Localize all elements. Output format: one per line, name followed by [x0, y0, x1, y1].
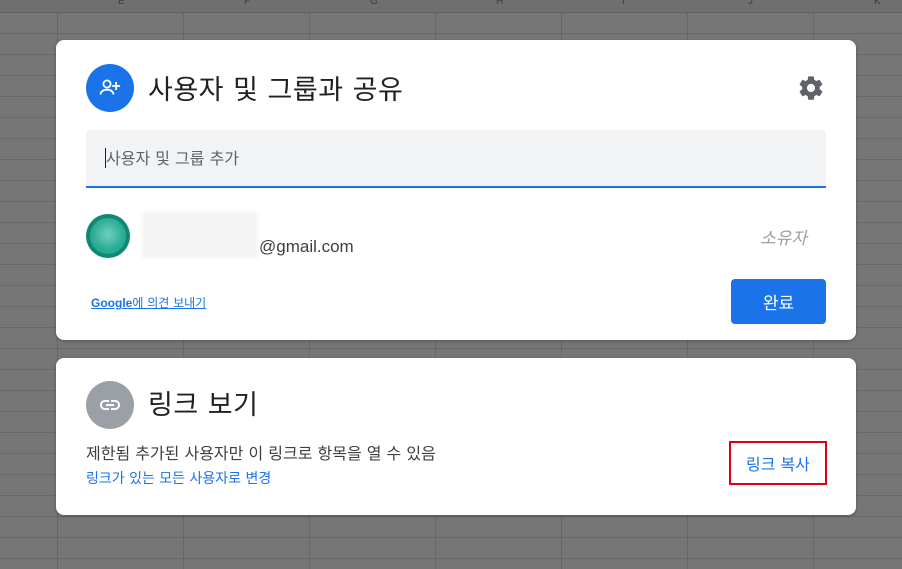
- user-role: 소유자: [760, 229, 807, 249]
- gear-icon[interactable]: [796, 73, 826, 103]
- user-email: @gmail.com: [259, 237, 354, 256]
- feedback-text: 에 의견 보내기: [132, 296, 207, 310]
- avatar: [86, 214, 130, 258]
- redacted-email-name: [142, 212, 258, 258]
- column-letter: G: [370, 0, 378, 7]
- column-letter: E: [118, 0, 125, 7]
- done-button[interactable]: 완료: [731, 279, 826, 324]
- link-access-description: 제한됨 추가된 사용자만 이 링크로 항목을 열 수 있음: [86, 444, 436, 463]
- send-feedback-link[interactable]: Google에 의견 보내기: [91, 294, 206, 311]
- column-header-row: E F G H I J K: [0, 0, 902, 13]
- column-letter: F: [244, 0, 251, 7]
- column-letter: I: [622, 0, 625, 7]
- person-add-icon: [86, 64, 134, 112]
- share-dialog: 사용자 및 그룹과 공유 @gmail.com 소유자 Google에 의견 보…: [56, 40, 856, 340]
- link-dialog: 링크 보기 제한됨 추가된 사용자만 이 링크로 항목을 열 수 있음 링크가 …: [56, 358, 856, 515]
- share-dialog-title: 사용자 및 그룹과 공유: [148, 75, 404, 106]
- link-dialog-title: 링크 보기: [148, 390, 259, 421]
- add-people-field[interactable]: [86, 130, 826, 188]
- column-letter: J: [748, 0, 753, 7]
- avatar-image: [90, 218, 126, 254]
- google-brand-text: Google: [91, 296, 133, 310]
- copy-link-button[interactable]: 링크 복사: [729, 441, 827, 485]
- add-people-input[interactable]: [106, 146, 806, 170]
- link-icon: [86, 381, 134, 429]
- change-link-access-link[interactable]: 링크가 있는 모든 사용자로 변경: [86, 468, 271, 488]
- column-letter: K: [874, 0, 881, 7]
- column-letter: H: [496, 0, 504, 7]
